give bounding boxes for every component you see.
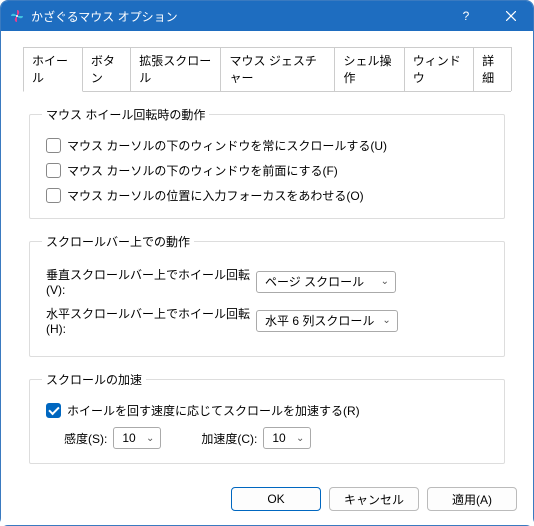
app-icon: [9, 8, 25, 24]
ok-button[interactable]: OK: [231, 487, 321, 511]
tab-shell[interactable]: シェル操作: [334, 47, 404, 91]
chevron-down-icon: ⌄: [382, 315, 390, 326]
group-scrollbar: スクロールバー上での動作 垂直スクロールバー上でホイール回転(V): ページ ス…: [29, 233, 505, 357]
horizontal-scroll-value: 水平 6 列スクロール: [265, 312, 374, 329]
checkbox-bring-to-front-label: マウス カーソルの下のウィンドウを前面にする(F): [67, 162, 338, 179]
window-title: かざぐるマウス オプション: [31, 8, 443, 25]
chevron-down-icon: ⌄: [381, 276, 389, 287]
vertical-scroll-select[interactable]: ページ スクロール ⌄: [256, 271, 396, 293]
apply-button[interactable]: 適用(A): [427, 487, 517, 511]
sensitivity-select[interactable]: 10 ⌄: [113, 427, 161, 449]
chevron-down-icon: ⌄: [296, 433, 304, 444]
vertical-scroll-value: ページ スクロール: [265, 273, 364, 290]
group-accel-legend: スクロールの加速: [42, 371, 146, 388]
cancel-button[interactable]: キャンセル: [329, 487, 419, 511]
sensitivity-value: 10: [122, 431, 135, 445]
help-button[interactable]: ?: [443, 1, 488, 31]
checkbox-scroll-under-cursor[interactable]: [46, 138, 61, 153]
sensitivity-label: 感度(S):: [64, 430, 107, 447]
group-wheel-rotation: マウス ホイール回転時の動作 マウス カーソルの下のウィンドウを常にスクロールす…: [29, 106, 505, 219]
content-area: ホイール ボタン 拡張スクロール マウス ジェスチャー シェル操作 ウィンドウ …: [1, 31, 533, 525]
tab-button[interactable]: ボタン: [82, 47, 131, 91]
horizontal-scroll-label: 水平スクロールバー上でホイール回転(H):: [46, 305, 256, 336]
titlebar: かざぐるマウス オプション ?: [1, 1, 533, 31]
horizontal-scroll-select[interactable]: 水平 6 列スクロール ⌄: [256, 310, 398, 332]
chevron-down-icon: ⌄: [146, 433, 154, 444]
checkbox-bring-to-front[interactable]: [46, 163, 61, 178]
tab-window[interactable]: ウィンドウ: [404, 47, 474, 91]
group-wheel-rotation-legend: マウス ホイール回転時の動作: [42, 106, 209, 123]
acceleration-label: 加速度(C):: [201, 430, 257, 447]
checkbox-accel-enable-label: ホイールを回す速度に応じてスクロールを加速する(R): [67, 402, 360, 419]
tab-ext-scroll[interactable]: 拡張スクロール: [130, 47, 221, 91]
checkbox-focus-at-cursor-label: マウス カーソルの位置に入力フォーカスをあわせる(O): [67, 187, 364, 204]
vertical-scroll-label: 垂直スクロールバー上でホイール回転(V):: [46, 266, 256, 297]
tab-wheel[interactable]: ホイール: [23, 47, 83, 92]
checkbox-accel-enable[interactable]: [46, 403, 61, 418]
checkbox-focus-at-cursor[interactable]: [46, 188, 61, 203]
dialog-footer: OK キャンセル 適用(A): [231, 487, 517, 511]
group-accel: スクロールの加速 ホイールを回す速度に応じてスクロールを加速する(R) 感度(S…: [29, 371, 505, 464]
checkbox-scroll-under-cursor-label: マウス カーソルの下のウィンドウを常にスクロールする(U): [67, 137, 387, 154]
tab-bar: ホイール ボタン 拡張スクロール マウス ジェスチャー シェル操作 ウィンドウ …: [23, 47, 511, 92]
acceleration-select[interactable]: 10 ⌄: [263, 427, 311, 449]
close-button[interactable]: [488, 1, 533, 31]
tab-gesture[interactable]: マウス ジェスチャー: [220, 47, 335, 91]
group-scrollbar-legend: スクロールバー上での動作: [42, 233, 194, 250]
tab-panel-wheel: マウス ホイール回転時の動作 マウス カーソルの下のウィンドウを常にスクロールす…: [23, 92, 511, 484]
tab-detail[interactable]: 詳細: [473, 47, 512, 91]
svg-text:?: ?: [462, 10, 469, 22]
acceleration-value: 10: [272, 431, 285, 445]
